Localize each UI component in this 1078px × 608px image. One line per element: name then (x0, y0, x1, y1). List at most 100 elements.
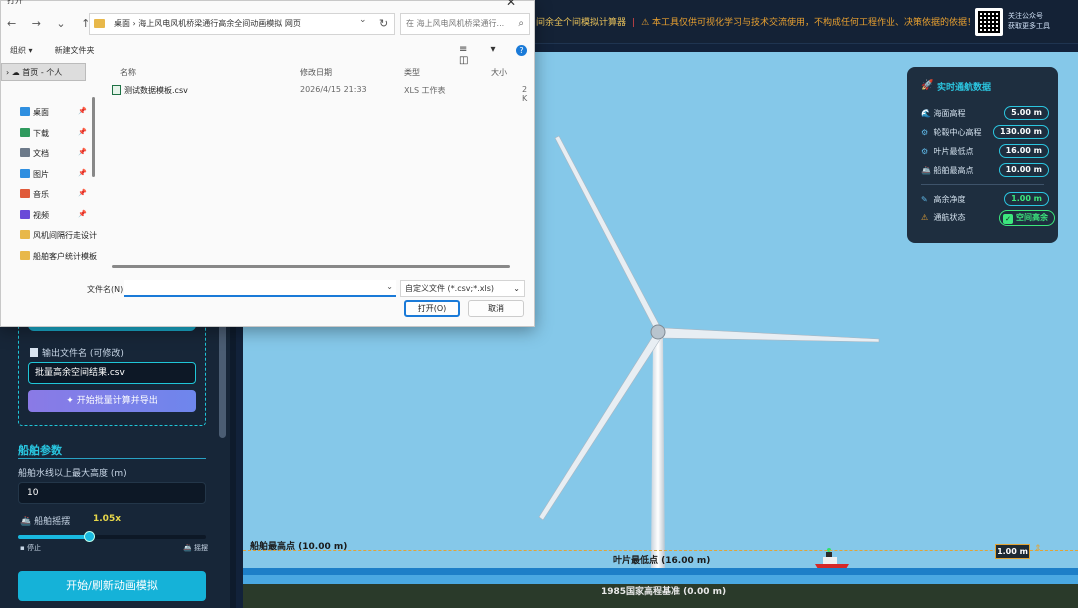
file-row[interactable]: 测试数据模板.csv 2026/4/15 21:33 XLS 工作表 2 K (112, 85, 532, 103)
row-blade-lowest: ⚙ 叶片最低点 16.00 m (921, 144, 1049, 160)
batch-export-button[interactable]: ✦ 开始批量计算并导出 (28, 390, 196, 412)
panel-divider (921, 184, 1044, 185)
row-label: 海面高程 (933, 109, 966, 118)
start-animation-button[interactable]: 开始/刷新动画模拟 (18, 571, 206, 601)
row-clearance: ✎ 高余净度 1.00 m (921, 192, 1049, 208)
dialog-title: 打开 (7, 0, 23, 5)
filetype-value: 自定义文件 (*.csv;*.xls) (405, 284, 494, 293)
turbine-hub (650, 324, 666, 340)
close-icon[interactable]: ✕ (506, 0, 516, 9)
file-icon (30, 348, 38, 357)
warning-icon: ⚠ (921, 213, 929, 222)
nav-item-label: 桌面 (33, 108, 49, 117)
location-icon (20, 107, 30, 116)
ship-height-input[interactable]: 10 (18, 482, 206, 504)
turbine-blade-right (662, 327, 880, 343)
ship-top-label: 船舶最高点 (10.00 m) (250, 542, 348, 552)
gear-icon: ⚙ (921, 147, 929, 156)
warning-icon: ⚠ (641, 18, 652, 28)
file-size: 2 K (522, 85, 528, 103)
status-badge: ✓ 空间高余 (999, 210, 1055, 226)
row-label: 船舶最高点 (933, 166, 974, 175)
clearance-arrow-icon: ⇕ (1034, 544, 1042, 554)
nav-item[interactable]: 图片 📌 (20, 169, 87, 183)
location-icon (20, 148, 30, 157)
folder-icon (20, 230, 30, 239)
spreadsheet-icon (112, 85, 121, 95)
chevron-down-icon: ⌄ (513, 284, 520, 293)
search-placeholder: 在 海上风电风机桥梁通行... (406, 19, 505, 28)
turbine-blade-up (554, 135, 664, 333)
location-icon (20, 210, 30, 219)
cancel-button[interactable]: 取消 (468, 300, 524, 317)
pin-icon[interactable]: 📌 (78, 128, 87, 136)
nav-item[interactable]: 下载 📌 (20, 128, 87, 142)
nav-item-label: 船舶客户统计模板 (33, 252, 97, 261)
pin-icon[interactable]: 📌 (78, 210, 87, 218)
folder-icon (20, 251, 30, 260)
column-name[interactable]: 名称 (120, 67, 136, 78)
nav-item[interactable]: 风机间隔行走设计 (20, 230, 97, 244)
file-date: 2026/4/15 21:33 (300, 85, 367, 94)
pin-icon[interactable]: 📌 (78, 148, 87, 156)
nav-arrows-icon[interactable]: ← → ⌄ ↑ (7, 17, 96, 30)
column-size[interactable]: 大小 (491, 67, 507, 78)
row-label: 轮毂中心高程 (933, 128, 982, 137)
chevron-down-icon[interactable]: ⌄ (359, 15, 367, 25)
pin-icon[interactable]: 📌 (78, 189, 87, 197)
column-date[interactable]: 修改日期 (300, 67, 332, 78)
ship-sway-value: 1.05x (93, 514, 122, 524)
ship-params-title: 船舶参数 (18, 444, 62, 457)
file-list-scrollbar[interactable] (112, 265, 510, 268)
output-filename-input[interactable]: 批量高余空间结果.csv (28, 362, 196, 384)
nav-item[interactable]: 桌面 📌 (20, 107, 87, 121)
row-value: 130.00 m (993, 125, 1049, 139)
refresh-icon[interactable]: ↻ (379, 17, 388, 30)
sway-max-label: 🚢 摇摆 (183, 544, 208, 552)
qr-code-image (975, 8, 1003, 36)
row-value: 1.00 m (1004, 192, 1049, 206)
nav-item[interactable]: 音乐 📌 (20, 189, 87, 203)
nav-item-home[interactable]: › ☁ 首页 - 个人 (1, 63, 86, 81)
row-value: 10.00 m (998, 163, 1049, 177)
row-hub-height: ⚙ 轮毂中心高程 130.00 m (921, 125, 1049, 141)
nav-item[interactable]: 视频 📌 (20, 210, 87, 224)
filetype-select[interactable]: 自定义文件 (*.csv;*.xls) ⌄ (400, 280, 525, 297)
ship-height-label: 船舶水线以上最大高度 (m) (18, 469, 127, 479)
banner-warning: 本工具仅供可视化学习与技术交流使用，不构成任何工程作业、决策依据的依据！ (652, 18, 977, 28)
help-icon[interactable]: ? (516, 45, 527, 56)
sway-min-label: ▪ 停止 (20, 544, 41, 552)
realtime-data-panel: 🚀 实时通航数据 🌊 海面高程 5.00 m ⚙ 轮毂中心高程 130.00 m ⚙… (907, 67, 1058, 243)
nav-item-label: 视频 (33, 211, 49, 220)
column-type[interactable]: 类型 (404, 67, 420, 78)
nav-item[interactable]: 文档 📌 (20, 148, 87, 162)
filename-input[interactable]: ⌄ (124, 280, 396, 297)
search-icon: ⌕ (518, 18, 524, 29)
row-value: 16.00 m (998, 144, 1049, 158)
address-bar[interactable]: 桌面 › 海上风电风机桥梁通行高余全间动画模拟 网页 (89, 13, 395, 35)
turbine-blade-down (538, 335, 662, 521)
blade-bottom-label: 叶片最低点 (16.00 m) (613, 556, 711, 566)
nav-item-label: 下载 (33, 129, 49, 138)
clearance-dashed-line (243, 550, 1078, 551)
new-folder-button[interactable]: 新建文件夹 (55, 46, 95, 55)
gear-icon: ⚙ (921, 128, 929, 137)
file-name: 测试数据模板.csv (124, 86, 188, 95)
banner-text: 间余全个间模拟计算器 | ⚠ 本工具仅供可视化学习与技术交流使用，不构成任何工程作业… (536, 18, 977, 28)
pin-icon[interactable]: 📌 (78, 169, 87, 177)
search-input[interactable]: 在 海上风电风机桥梁通行... ⌕ (400, 13, 530, 35)
ruler-icon: ✎ (921, 195, 928, 204)
nav-item[interactable]: 船舶客户统计模板 (20, 251, 97, 265)
sway-slider-fill (18, 535, 90, 539)
section-divider (18, 458, 206, 459)
nav-scrollbar[interactable] (92, 97, 95, 177)
qr-caption: 关注公众号 获取更多工具 (1008, 11, 1050, 31)
open-button[interactable]: 打开(O) (404, 300, 460, 317)
banner-title: 间余全个间模拟计算器 (536, 18, 627, 28)
status-text: 空间高余 (1016, 213, 1048, 222)
chevron-down-icon[interactable]: ⌄ (386, 282, 393, 291)
file-type: XLS 工作表 (404, 86, 446, 95)
organize-button[interactable]: 组织 ▾ (10, 46, 33, 55)
row-status: ⚠ 通航状态 ✓ 空间高余 (921, 210, 1055, 226)
pin-icon[interactable]: 📌 (78, 107, 87, 115)
